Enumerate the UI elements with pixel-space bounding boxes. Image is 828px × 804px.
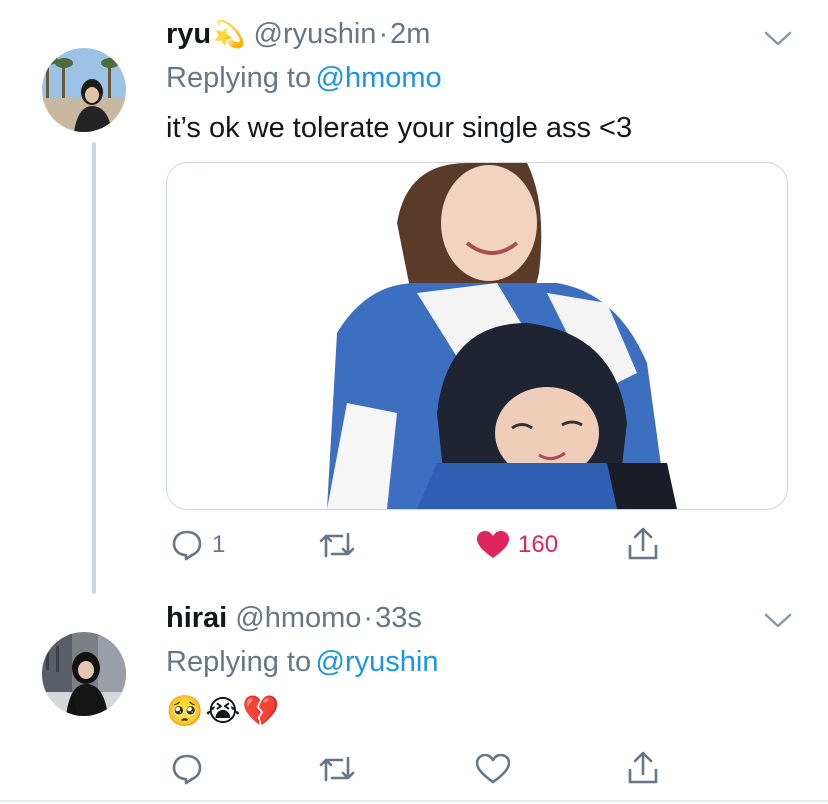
handle[interactable]: @ryushin	[254, 18, 377, 51]
like-button[interactable]	[476, 754, 510, 784]
reply-button[interactable]: 1	[170, 528, 225, 562]
chevron-down-icon[interactable]	[764, 30, 792, 53]
avatar-ryushin[interactable]	[42, 48, 126, 132]
timestamp[interactable]: 33s	[375, 602, 422, 635]
separator: ·	[363, 602, 374, 634]
share-icon	[628, 751, 658, 784]
tweet-header: hirai @hmomo · 33s	[166, 602, 422, 635]
retweet-icon	[319, 756, 355, 782]
reply-button[interactable]	[170, 752, 204, 786]
heart-icon	[477, 531, 509, 558]
retweet-button[interactable]	[318, 530, 356, 560]
chevron-down-icon[interactable]	[764, 612, 792, 635]
reply-icon	[172, 754, 202, 785]
display-name[interactable]: hirai	[166, 602, 227, 635]
reply-count: 1	[212, 531, 226, 558]
replying-prefix: Replying to	[166, 646, 312, 678]
replying-to: Replying to @ryushin	[166, 646, 438, 679]
tweet-header: ryu 💫 @ryushin · 2m	[166, 18, 430, 51]
display-name[interactable]: ryu	[166, 18, 211, 51]
like-button[interactable]: 160	[476, 530, 558, 560]
avatar-hmomo[interactable]	[42, 632, 126, 716]
like-count: 160	[518, 531, 559, 558]
replying-handle-link[interactable]: @hmomo	[316, 62, 442, 94]
retweet-button[interactable]	[318, 754, 356, 784]
heart-icon	[476, 754, 510, 784]
handle[interactable]: @hmomo	[235, 602, 361, 635]
share-button[interactable]	[626, 750, 660, 786]
thread-connector-line	[92, 142, 96, 594]
share-button[interactable]	[626, 526, 660, 562]
replying-handle-link[interactable]: @ryushin	[316, 646, 439, 678]
divider	[0, 800, 828, 802]
replying-prefix: Replying to	[166, 62, 312, 94]
replying-to: Replying to @hmomo	[166, 62, 442, 95]
tweet-text: it’s ok we tolerate your single ass <3	[166, 112, 633, 144]
timestamp[interactable]: 2m	[390, 18, 430, 51]
retweet-icon	[319, 532, 355, 558]
tweet-text: 🥺😭💔	[166, 695, 282, 728]
tweet-media-image[interactable]	[166, 162, 788, 510]
share-icon	[628, 527, 658, 560]
reply-icon	[172, 530, 202, 561]
separator: ·	[378, 18, 389, 50]
sparkle-emoji: 💫	[213, 19, 246, 49]
